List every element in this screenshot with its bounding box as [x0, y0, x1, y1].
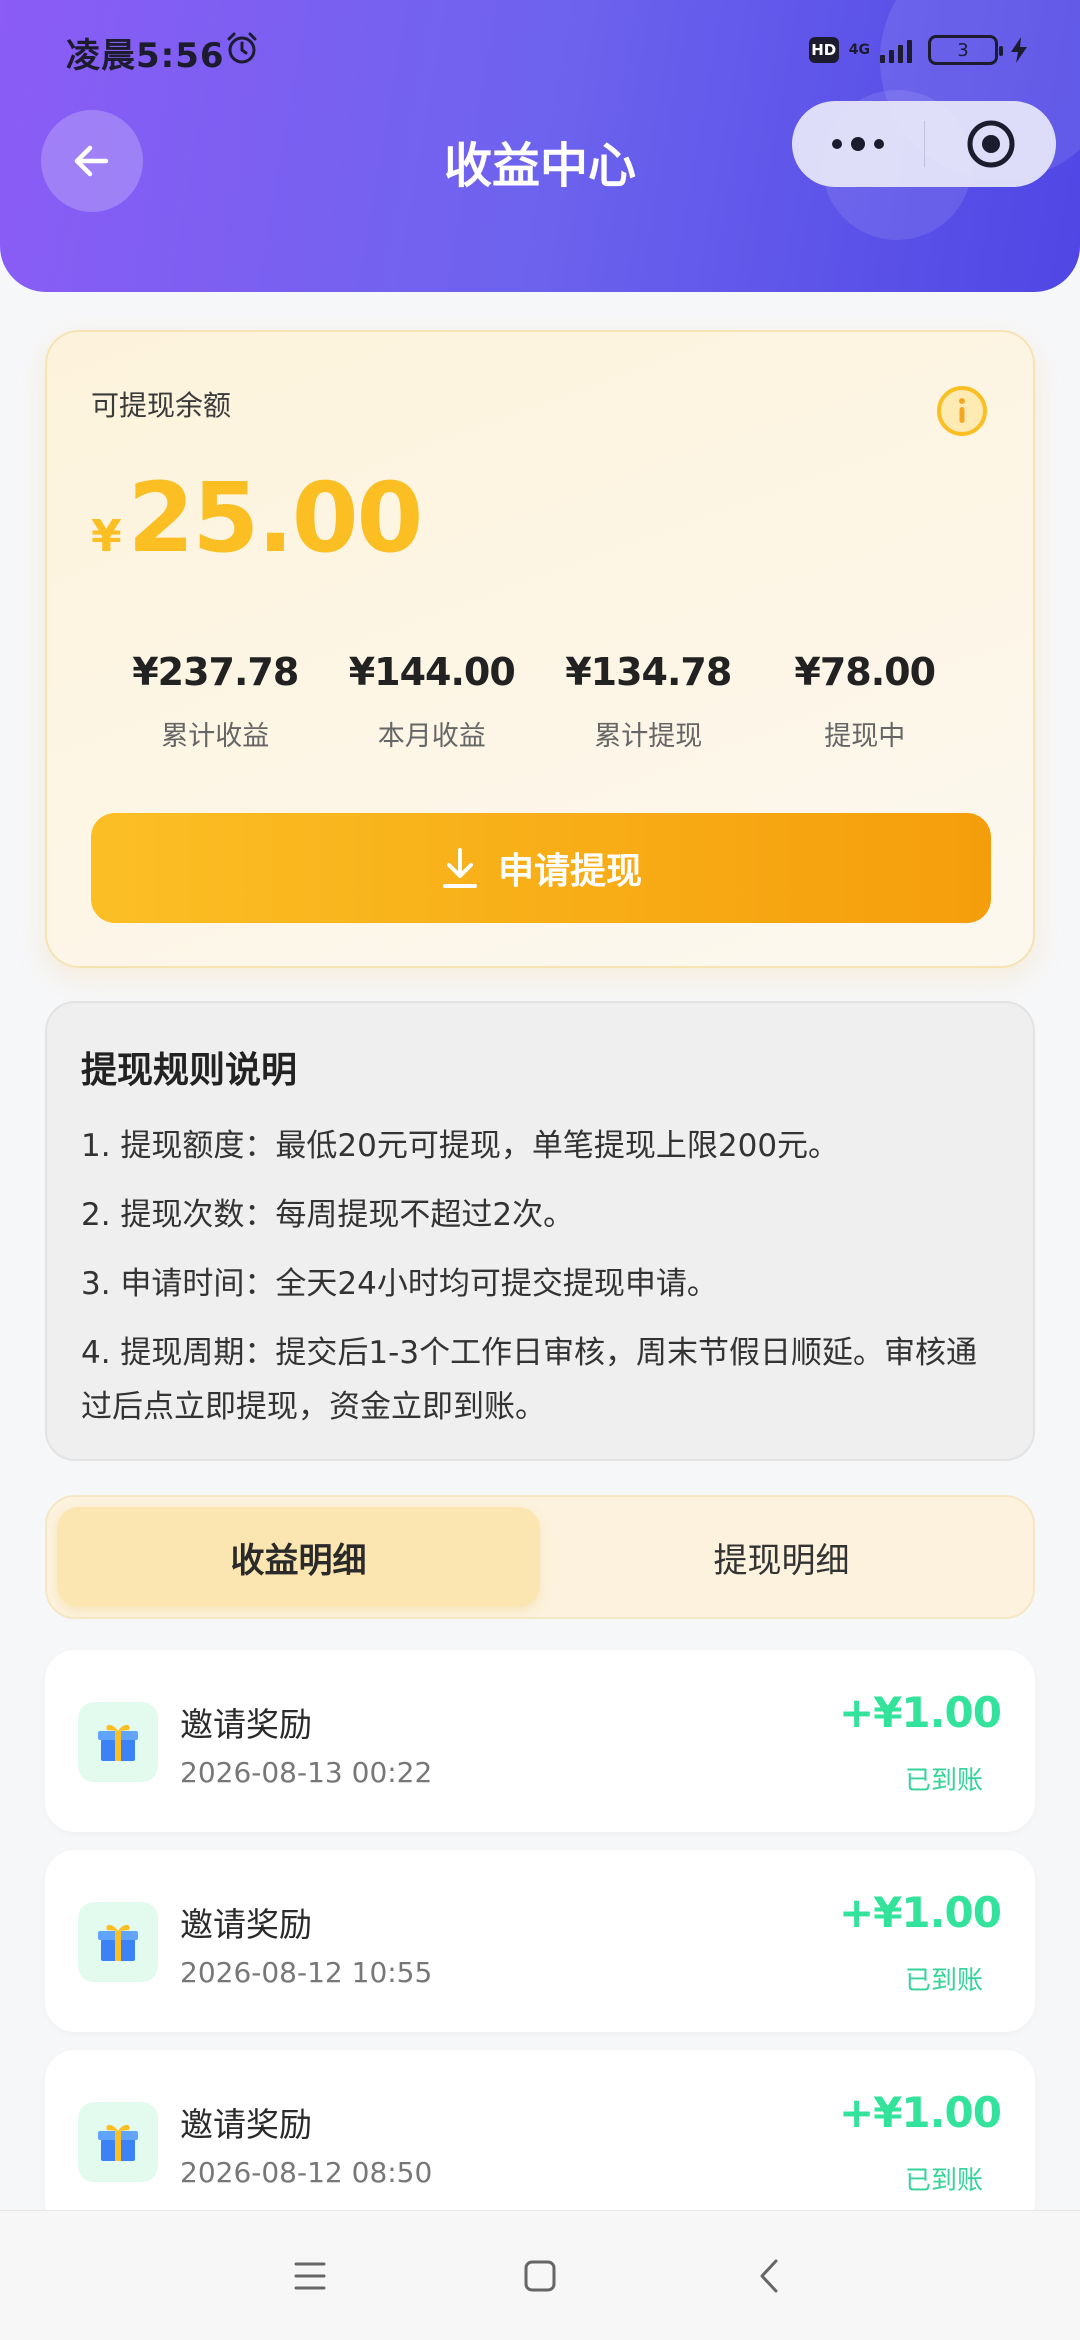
record-icon	[78, 1702, 158, 1782]
nav-menu-button[interactable]	[270, 2236, 350, 2316]
rule-item: 2. 提现次数：每周提现不超过2次。	[81, 1197, 575, 1233]
record-item[interactable]: 邀请奖励 2026-08-12 08:50 +¥1.00 已到账	[45, 2050, 1035, 2232]
record-title: 邀请奖励	[180, 1705, 312, 1744]
alarm-icon	[227, 32, 257, 64]
stat-label: 本月收益	[377, 721, 486, 752]
stat-label: 提现中	[824, 721, 906, 752]
rules-list: 1. 提现额度：最低20元可提现，单笔提现上限200元。 2. 提现次数：每周提…	[81, 1119, 993, 1449]
tab-earnings-detail[interactable]: 收益明细	[57, 1507, 540, 1607]
nav-back-button[interactable]	[730, 2236, 810, 2316]
stat-label: 累计提现	[594, 721, 703, 752]
miniprogram-capsule	[792, 101, 1056, 187]
apply-withdraw-button[interactable]: 申请提现	[91, 813, 991, 923]
record-amount: +¥1.00	[838, 1888, 1002, 1937]
system-nav-bar	[0, 2210, 1080, 2340]
target-icon	[967, 120, 1014, 168]
detail-tabs: 收益明细 提现明细	[45, 1495, 1035, 1619]
charging-icon	[1011, 37, 1027, 63]
stat-value: ¥237.78	[132, 650, 299, 694]
nav-home-button[interactable]	[500, 2236, 580, 2316]
gift-icon	[98, 2124, 138, 2161]
balance-amount: ¥ 25.00	[91, 462, 424, 574]
record-icon	[78, 1902, 158, 1982]
status-time: 凌晨5:56	[66, 36, 225, 76]
record-amount: +¥1.00	[838, 1688, 1002, 1737]
record-status: 已到账	[904, 1966, 983, 1996]
record-date: 2026-08-13 00:22	[180, 1756, 433, 1789]
gift-icon	[98, 1724, 138, 1761]
stat-total-earnings: ¥237.78 累计收益	[107, 650, 324, 753]
more-dots-icon	[832, 137, 884, 151]
stat-value: ¥144.00	[348, 650, 516, 694]
tab-withdraw-detail[interactable]: 提现明细	[540, 1507, 1023, 1607]
battery-icon: 3	[928, 35, 1003, 65]
more-button[interactable]	[792, 101, 924, 187]
stat-value: ¥134.78	[565, 650, 732, 694]
apply-withdraw-label: 申请提现	[497, 851, 642, 892]
rules-title: 提现规则说明	[81, 1050, 298, 1091]
earnings-center-page: 凌晨5:56 HD 4G 3 收益中心 可提现余额 ¥ 25.00 ¥237.7…	[0, 0, 1080, 2340]
currency-symbol: ¥	[91, 511, 122, 562]
download-icon	[442, 848, 477, 888]
stat-label: 累计收益	[161, 721, 270, 752]
rule-item: 4. 提现周期：提交后1-3个工作日审核，周末节假日顺延。审核通过后点立即提现，…	[81, 1335, 978, 1425]
battery-level: 3	[957, 39, 969, 61]
signal-icon	[880, 37, 912, 63]
record-icon	[78, 2102, 158, 2182]
info-icon[interactable]	[935, 384, 989, 438]
stat-total-withdrawn: ¥134.78 累计提现	[540, 650, 757, 753]
record-date: 2026-08-12 10:55	[180, 1956, 433, 1989]
record-status: 已到账	[904, 2166, 983, 2196]
header: 凌晨5:56 HD 4G 3 收益中心	[0, 0, 1080, 292]
balance-value: 25.00	[127, 462, 424, 574]
hd-badge: HD	[808, 37, 839, 63]
record-amount: +¥1.00	[838, 2088, 1002, 2137]
menu-icon	[294, 2262, 326, 2289]
home-square-icon	[524, 2260, 556, 2291]
gift-icon	[98, 1924, 138, 1961]
record-item[interactable]: 邀请奖励 2026-08-12 10:55 +¥1.00 已到账	[45, 1850, 1035, 2032]
record-status: 已到账	[904, 1766, 983, 1796]
status-indicators: HD 4G 3	[808, 30, 1030, 70]
stat-withdrawing: ¥78.00 提现中	[757, 650, 974, 753]
balance-card: 可提现余额 ¥ 25.00 ¥237.78 累计收益 ¥144.00 本月收益 …	[45, 330, 1035, 968]
network-type: 4G	[848, 42, 870, 58]
stat-month-earnings: ¥144.00 本月收益	[324, 650, 541, 753]
stats-row: ¥237.78 累计收益 ¥144.00 本月收益 ¥134.78 累计提现 ¥…	[107, 650, 973, 753]
balance-label: 可提现余额	[91, 389, 232, 422]
stat-value: ¥78.00	[794, 650, 936, 694]
close-miniprogram-button[interactable]	[925, 101, 1056, 187]
withdraw-rules-card: 提现规则说明 1. 提现额度：最低20元可提现，单笔提现上限200元。 2. 提…	[45, 1001, 1035, 1461]
chevron-left-icon	[760, 2259, 778, 2292]
record-title: 邀请奖励	[180, 2105, 312, 2144]
record-title: 邀请奖励	[180, 1905, 312, 1944]
record-date: 2026-08-12 08:50	[180, 2156, 433, 2189]
rule-item: 1. 提现额度：最低20元可提现，单笔提现上限200元。	[81, 1128, 840, 1164]
rule-item: 3. 申请时间：全天24小时均可提交提现申请。	[81, 1266, 718, 1302]
record-item[interactable]: 邀请奖励 2026-08-13 00:22 +¥1.00 已到账	[45, 1650, 1035, 1832]
status-bar: 凌晨5:56 HD 4G 3	[0, 0, 1080, 100]
